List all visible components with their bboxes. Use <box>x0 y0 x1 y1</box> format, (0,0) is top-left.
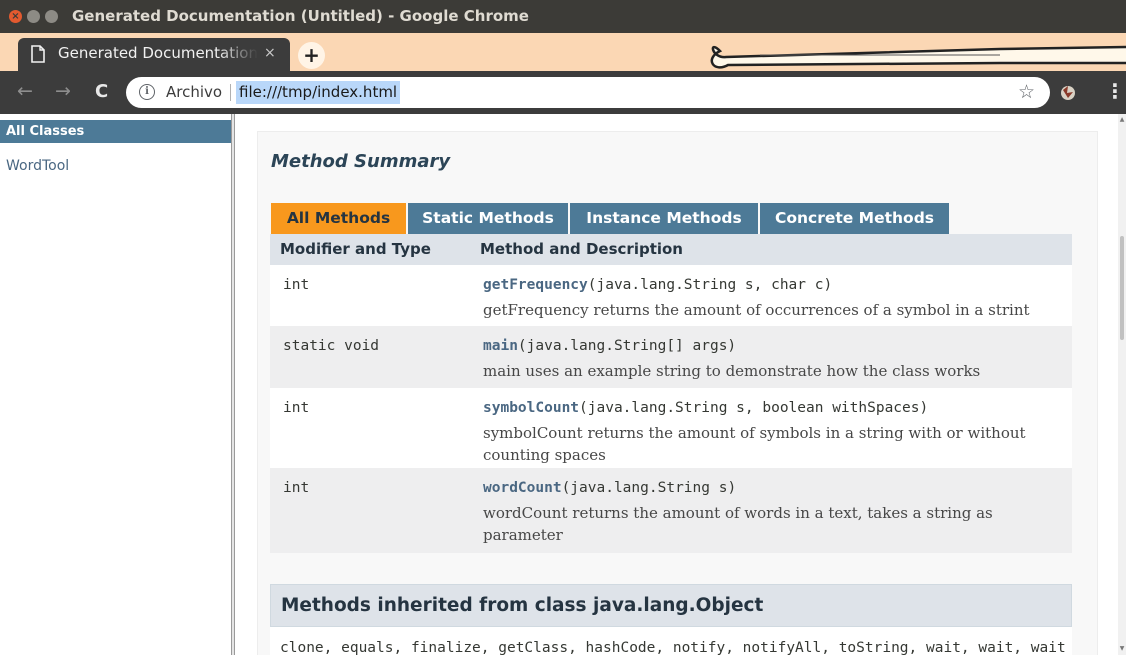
table-row: int wordCount(java.lang.String s) wordCo… <box>270 468 1072 553</box>
page-content: All Classes WordTool Method Summary All … <box>0 114 1126 655</box>
column-header-type: Modifier and Type <box>280 240 431 258</box>
scroll-down-icon[interactable]: ▼ <box>1118 645 1126 652</box>
origin-label: Archivo <box>166 83 223 101</box>
back-button[interactable]: ← <box>17 71 33 114</box>
tab-all-methods[interactable]: All Methods <box>271 203 406 236</box>
inherited-methods-header: Methods inherited from class java.lang.O… <box>270 584 1072 627</box>
bookmark-star-icon[interactable]: ☆ <box>1018 77 1035 108</box>
tab-concrete-methods[interactable]: Concrete Methods <box>760 203 949 236</box>
window-minimize-button[interactable] <box>27 10 40 23</box>
reload-button[interactable]: C <box>95 71 108 114</box>
window-close-button[interactable]: × <box>9 10 22 23</box>
document-icon <box>31 45 45 63</box>
method-description: symbolCount returns the amount of symbol… <box>483 424 1026 464</box>
method-params: (java.lang.String s, boolean withSpaces) <box>579 400 929 416</box>
class-link-wordtool[interactable]: WordTool <box>6 158 69 174</box>
method-signature: symbolCount(java.lang.String s, boolean … <box>483 400 928 416</box>
method-signature: getFrequency(java.lang.String s, char c) <box>483 277 832 293</box>
table-row: static void main(java.lang.String[] args… <box>270 326 1072 388</box>
class-list-frame: All Classes WordTool <box>0 114 231 655</box>
vertical-scrollbar[interactable]: ▲ ▼ <box>1118 114 1126 655</box>
tab-static-methods[interactable]: Static Methods <box>408 203 568 236</box>
method-params: (java.lang.String s, char c) <box>587 277 833 293</box>
url-text[interactable]: file:///tmp/index.html <box>236 81 401 104</box>
info-icon[interactable]: i <box>139 84 155 100</box>
tab-active[interactable]: Generated Documentation (Untitled) × <box>18 38 290 71</box>
extension-icon[interactable] <box>1059 84 1077 102</box>
method-params: (java.lang.String[] args) <box>517 338 737 354</box>
new-tab-button[interactable]: + <box>298 42 325 69</box>
method-description: wordCount returns the amount of words in… <box>483 504 993 544</box>
forward-button[interactable]: → <box>55 71 71 114</box>
method-summary-table: Modifier and Type Method and Description… <box>270 234 1072 553</box>
tab-strip: Generated Documentation (Untitled) × + <box>0 33 1126 71</box>
class-detail-frame: Method Summary All Methods Static Method… <box>235 114 1118 655</box>
method-link-symbolcount[interactable]: symbolCount <box>483 400 579 416</box>
all-classes-heading: All Classes <box>0 120 231 143</box>
method-link-wordcount[interactable]: wordCount <box>483 480 562 496</box>
method-type: int <box>283 400 310 416</box>
close-icon: × <box>11 11 20 22</box>
omnibox-separator <box>230 84 231 101</box>
method-type: int <box>283 480 310 496</box>
table-row: int getFrequency(java.lang.String s, cha… <box>270 265 1072 326</box>
tab-title: Generated Documentation (Untitled) <box>58 44 258 62</box>
inherited-methods-title: Methods inherited from class java.lang.O… <box>281 595 764 616</box>
scrollbar-thumb[interactable] <box>1120 236 1124 340</box>
window-maximize-button[interactable] <box>45 10 58 23</box>
method-description: getFrequency returns the amount of occur… <box>483 301 1030 319</box>
tab-close-icon[interactable]: × <box>264 38 276 71</box>
scroll-up-icon[interactable]: ▲ <box>1118 116 1126 123</box>
method-params: (java.lang.String s) <box>561 480 737 496</box>
theme-bone-art <box>710 45 1126 69</box>
window-title: Generated Documentation (Untitled) - Goo… <box>72 7 529 25</box>
method-description: main uses an example string to demonstra… <box>483 362 981 380</box>
tab-instance-methods[interactable]: Instance Methods <box>570 203 758 236</box>
menu-icon[interactable]: ⋮ <box>1105 71 1125 114</box>
column-header-method: Method and Description <box>480 240 683 258</box>
method-summary-title: Method Summary <box>271 151 451 172</box>
window-title-bar: × Generated Documentation (Untitled) - G… <box>0 0 1126 33</box>
method-signature: wordCount(java.lang.String s) <box>483 480 736 496</box>
method-link-main[interactable]: main <box>483 338 518 354</box>
method-type: int <box>283 277 310 293</box>
method-signature: main(java.lang.String[] args) <box>483 338 736 354</box>
table-row: int symbolCount(java.lang.String s, bool… <box>270 388 1072 468</box>
browser-toolbar: ← → C i Archivo file:///tmp/index.html ☆… <box>0 71 1126 114</box>
method-link-getfrequency[interactable]: getFrequency <box>483 277 588 293</box>
address-bar[interactable]: i Archivo file:///tmp/index.html ☆ <box>126 77 1050 108</box>
method-summary-block: Method Summary All Methods Static Method… <box>257 131 1098 655</box>
method-type: static void <box>283 338 380 354</box>
inherited-methods-list[interactable]: clone, equals, finalize, getClass, hashC… <box>270 627 1072 655</box>
table-header: Modifier and Type Method and Description <box>270 234 1072 265</box>
